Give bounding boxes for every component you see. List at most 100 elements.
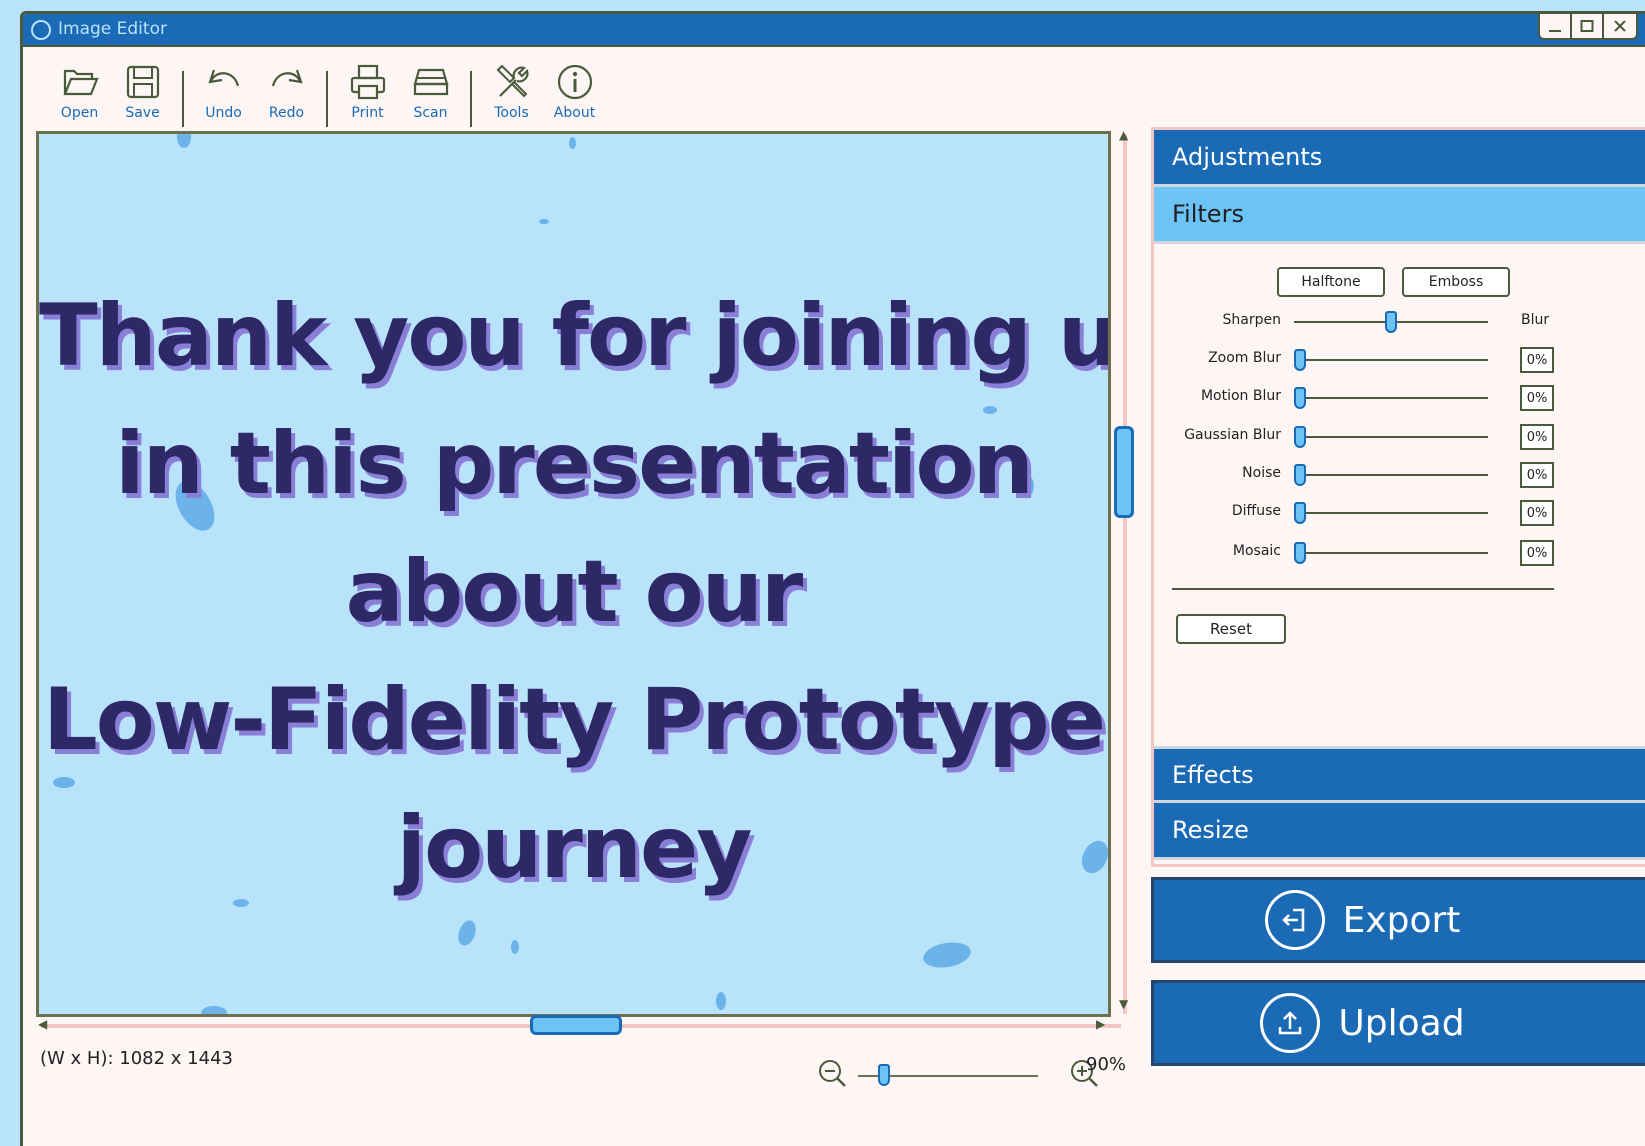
toolbar: Open Save Undo Redo Print Scan Tools Abo… bbox=[48, 57, 606, 133]
slider-value[interactable]: 0% bbox=[1520, 347, 1554, 373]
slider-thumb[interactable] bbox=[1294, 426, 1306, 448]
slider-track[interactable] bbox=[1294, 552, 1488, 554]
accordion-effects[interactable]: Effects bbox=[1154, 746, 1645, 803]
zoom-blur-slider: Zoom Blur 0% bbox=[1154, 345, 1645, 375]
info-icon bbox=[557, 64, 592, 100]
slide-line: about our bbox=[345, 542, 804, 642]
maximize-icon bbox=[1580, 20, 1594, 32]
slider-label: Diffuse bbox=[1231, 503, 1281, 519]
slider-value[interactable]: 0% bbox=[1520, 424, 1554, 450]
confetti-blob bbox=[539, 219, 549, 224]
slider-value[interactable]: 0% bbox=[1520, 385, 1554, 411]
confetti-blob bbox=[921, 939, 973, 971]
slider-label: Zoom Blur bbox=[1208, 350, 1281, 366]
undo-button[interactable]: Undo bbox=[192, 57, 255, 121]
slider-label: Motion Blur bbox=[1200, 388, 1281, 404]
scroll-up-arrow-icon[interactable]: ▲ bbox=[1119, 128, 1128, 142]
print-button[interactable]: Print bbox=[336, 57, 399, 121]
toolbar-divider bbox=[470, 71, 472, 127]
accordion-filters[interactable]: Filters bbox=[1154, 187, 1645, 244]
vertical-scroll-thumb[interactable] bbox=[1114, 426, 1134, 518]
scroll-left-arrow-icon[interactable]: ◀ bbox=[38, 1017, 47, 1031]
slide-line: Thank you for joining us bbox=[39, 286, 1111, 386]
scan-label: Scan bbox=[413, 105, 448, 121]
title-bar: Image Editor bbox=[23, 14, 1645, 47]
app-window: Image Editor Open Save Undo Redo Print S… bbox=[20, 11, 1645, 1146]
tools-label: Tools bbox=[494, 105, 529, 121]
export-button[interactable]: Export bbox=[1151, 877, 1645, 963]
zoom-percentage: 90% bbox=[1086, 1054, 1127, 1075]
emboss-button[interactable]: Emboss bbox=[1402, 267, 1510, 297]
zoom-out-icon[interactable] bbox=[818, 1059, 848, 1089]
slider-value[interactable]: 0% bbox=[1520, 540, 1554, 566]
undo-label: Undo bbox=[205, 105, 242, 121]
scroll-right-arrow-icon[interactable]: ▶ bbox=[1096, 1017, 1105, 1031]
accordion-adjustments[interactable]: Adjustments bbox=[1154, 130, 1645, 187]
confetti-blob bbox=[177, 134, 191, 148]
tools-icon bbox=[496, 64, 528, 98]
slide-line: journey bbox=[396, 798, 753, 898]
save-button[interactable]: Save bbox=[111, 57, 174, 121]
slide-line: Low-Fidelity Prototype bbox=[43, 670, 1106, 770]
slider-label: Mosaic bbox=[1232, 543, 1281, 559]
slider-track[interactable] bbox=[1294, 512, 1488, 514]
print-label: Print bbox=[351, 105, 384, 121]
sharpen-label: Sharpen bbox=[1222, 312, 1281, 328]
redo-label: Redo bbox=[268, 105, 305, 121]
window-title: Image Editor bbox=[58, 19, 167, 39]
close-icon bbox=[1614, 20, 1626, 32]
slider-thumb[interactable] bbox=[1294, 464, 1306, 486]
upload-icon bbox=[1260, 993, 1321, 1053]
slider-thumb[interactable] bbox=[1294, 387, 1306, 409]
halftone-button[interactable]: Halftone bbox=[1277, 267, 1385, 297]
printer-icon bbox=[350, 64, 385, 100]
slider-track[interactable] bbox=[1294, 397, 1488, 399]
scan-button[interactable]: Scan bbox=[399, 57, 462, 121]
app-logo-icon bbox=[31, 20, 51, 40]
confetti-blob bbox=[455, 918, 479, 948]
open-button[interactable]: Open bbox=[48, 57, 111, 121]
confetti-blob bbox=[569, 137, 576, 149]
confetti-blob bbox=[511, 940, 519, 954]
mosaic-slider: Mosaic 0% bbox=[1154, 538, 1645, 568]
maximize-button[interactable] bbox=[1572, 14, 1604, 38]
minimize-button[interactable] bbox=[1540, 14, 1572, 38]
toolbar-divider bbox=[182, 71, 184, 127]
about-button[interactable]: About bbox=[543, 57, 606, 121]
zoom-slider-thumb[interactable] bbox=[878, 1064, 891, 1086]
redo-button[interactable]: Redo bbox=[255, 57, 318, 121]
slider-track[interactable] bbox=[1294, 474, 1488, 476]
close-button[interactable] bbox=[1604, 14, 1636, 38]
scroll-down-arrow-icon[interactable]: ▼ bbox=[1119, 997, 1128, 1011]
properties-panel: Adjustments Filters Halftone Emboss Shar… bbox=[1151, 127, 1645, 867]
slider-value[interactable]: 0% bbox=[1520, 500, 1554, 526]
redo-icon bbox=[271, 69, 303, 87]
reset-button[interactable]: Reset bbox=[1176, 614, 1286, 644]
horizontal-scroll-thumb[interactable] bbox=[530, 1015, 622, 1035]
gaussian-blur-slider: Gaussian Blur 0% bbox=[1154, 422, 1645, 452]
motion-blur-slider: Motion Blur 0% bbox=[1154, 383, 1645, 413]
vertical-scrollbar[interactable] bbox=[1123, 134, 1127, 1014]
slide-line: in this presentation bbox=[115, 414, 1034, 514]
open-label: Open bbox=[60, 105, 99, 121]
export-icon bbox=[1264, 890, 1325, 950]
slider-thumb[interactable] bbox=[1385, 311, 1397, 333]
image-canvas[interactable]: Thank you for joining us in this present… bbox=[36, 131, 1111, 1017]
sharpen-blur-slider: Sharpen Blur bbox=[1154, 307, 1645, 337]
slider-value[interactable]: 0% bbox=[1520, 462, 1554, 488]
slider-track[interactable] bbox=[1294, 359, 1488, 361]
slider-thumb[interactable] bbox=[1294, 502, 1306, 524]
scanner-icon bbox=[413, 68, 448, 96]
export-label: Export bbox=[1342, 899, 1461, 941]
slider-thumb[interactable] bbox=[1294, 542, 1306, 564]
diffuse-slider: Diffuse 0% bbox=[1154, 498, 1645, 528]
slider-track[interactable] bbox=[1294, 436, 1488, 438]
blur-label: Blur bbox=[1521, 312, 1550, 328]
noise-slider: Noise 0% bbox=[1154, 460, 1645, 490]
upload-button[interactable]: Upload bbox=[1151, 980, 1645, 1066]
tools-button[interactable]: Tools bbox=[480, 57, 543, 121]
confetti-blob bbox=[201, 1006, 227, 1014]
accordion-resize[interactable]: Resize bbox=[1154, 803, 1645, 860]
slider-thumb[interactable] bbox=[1294, 349, 1306, 371]
minimize-icon bbox=[1549, 30, 1561, 32]
